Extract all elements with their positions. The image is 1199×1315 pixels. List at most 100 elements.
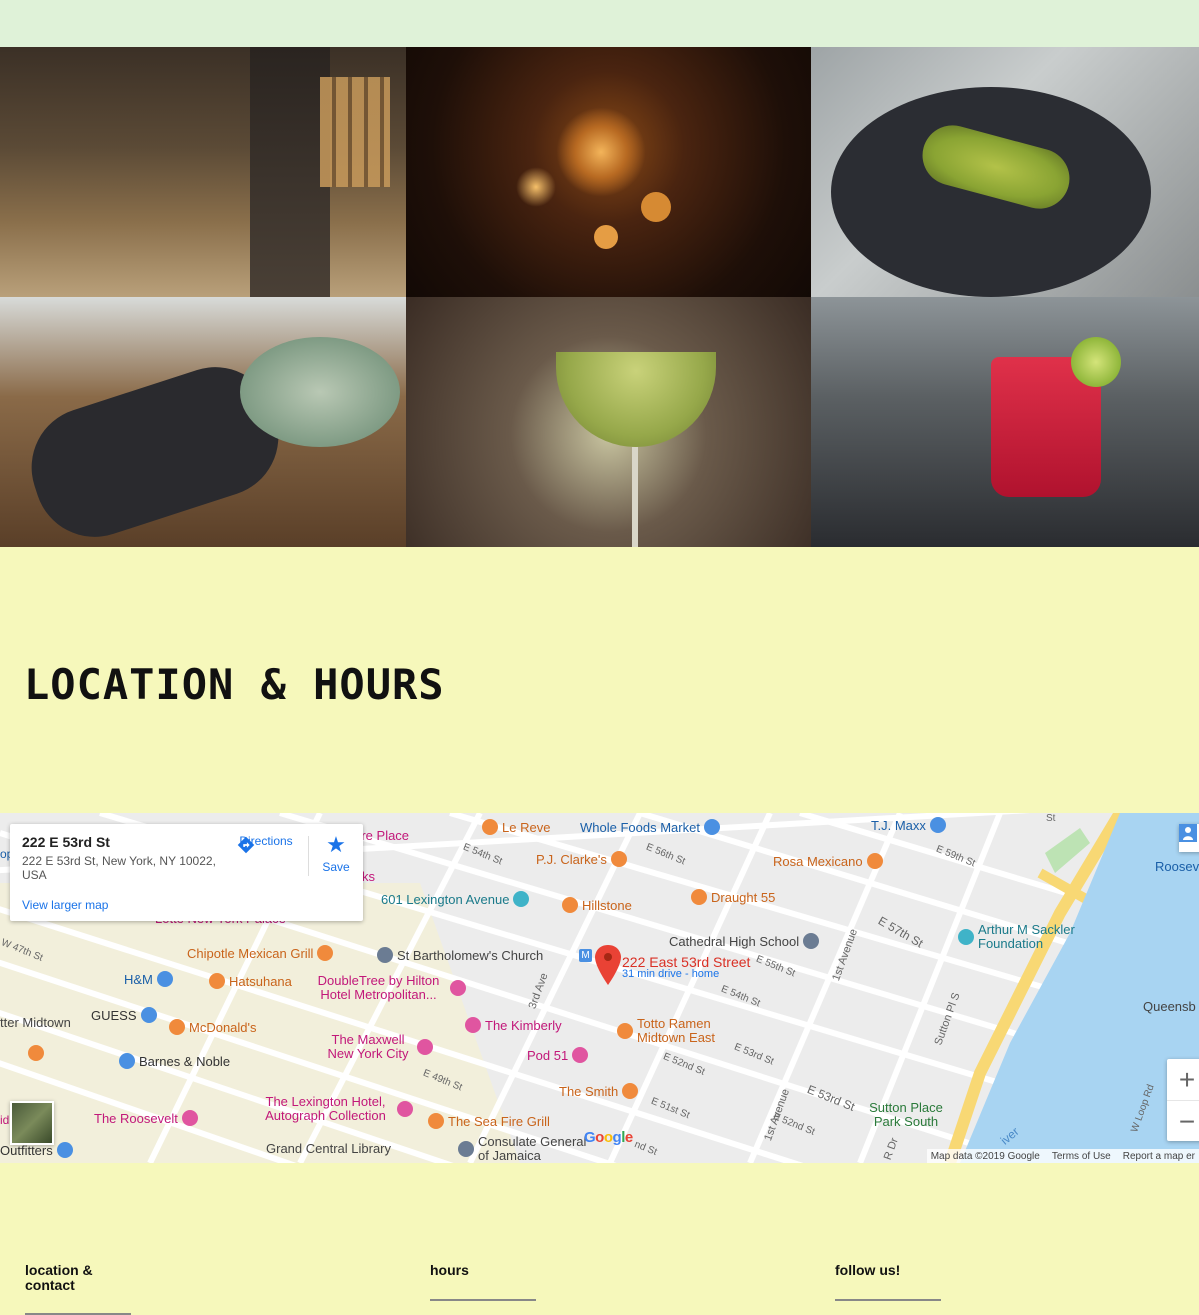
restaurant-icon bbox=[622, 1083, 639, 1099]
shopping-icon bbox=[929, 817, 946, 833]
save-button[interactable]: ★ Save bbox=[312, 832, 360, 875]
place-lexhotel[interactable]: The Lexington Hotel, Autograph Collectio… bbox=[258, 1095, 393, 1123]
embedded-map[interactable]: Berkshire Place Le Reve Whole Foods Mark… bbox=[0, 813, 1199, 1163]
photo-interior bbox=[0, 47, 406, 297]
map-data-text: Map data ©2019 Google bbox=[930, 1150, 1040, 1162]
pin-drive-time[interactable]: 31 min drive - home bbox=[622, 968, 719, 980]
star-icon: ★ bbox=[326, 832, 346, 857]
footer-follow-heading: follow us! bbox=[835, 1262, 901, 1278]
place-barnes[interactable]: Barnes & Noble bbox=[139, 1054, 230, 1069]
place-wholefoods[interactable]: Whole Foods Market bbox=[580, 820, 700, 835]
card-divider bbox=[308, 836, 309, 876]
place-midtown[interactable]: tter Midtown bbox=[0, 1015, 71, 1030]
google-logo: Google bbox=[584, 1129, 633, 1146]
report-link[interactable]: Report a map er bbox=[1123, 1151, 1195, 1162]
photo-cocktail bbox=[406, 297, 811, 547]
photo-gallery bbox=[0, 47, 1199, 547]
place-guess[interactable]: GUESS bbox=[91, 1008, 137, 1023]
terms-link[interactable]: Terms of Use bbox=[1052, 1151, 1111, 1162]
school-icon bbox=[803, 933, 820, 949]
place-info-card: 222 E 53rd St 222 E 53rd St, New York, N… bbox=[10, 824, 363, 921]
place-bartholomew[interactable]: St Bartholomew's Church bbox=[397, 948, 543, 963]
directions-button[interactable]: Directions bbox=[235, 834, 297, 854]
restaurant-icon bbox=[610, 851, 627, 867]
shopping-icon bbox=[156, 971, 173, 987]
place-maxwell[interactable]: The Maxwell New York City bbox=[323, 1033, 413, 1061]
satellite-toggle[interactable] bbox=[10, 1101, 54, 1145]
footer-location-heading: location & contact bbox=[25, 1262, 93, 1293]
place-cathedral[interactable]: Cathedral High School bbox=[669, 934, 799, 949]
save-label: Save bbox=[322, 860, 350, 874]
place-chipotle[interactable]: Chipotle Mexican Grill bbox=[187, 946, 313, 961]
place-consulate[interactable]: Consulate General of Jamaica bbox=[478, 1135, 598, 1163]
place-kimberly[interactable]: The Kimberly bbox=[485, 1018, 562, 1033]
consulate-icon bbox=[458, 1141, 474, 1157]
place-ks[interactable]: ks bbox=[362, 869, 375, 884]
street-label: St bbox=[1046, 813, 1056, 824]
place-sackler[interactable]: Arthur M Sackler Foundation bbox=[978, 923, 1088, 951]
place-lereve[interactable]: Le Reve bbox=[502, 820, 550, 835]
hotel-icon bbox=[397, 1101, 413, 1117]
place-rosa[interactable]: Rosa Mexicano bbox=[773, 854, 863, 869]
footer-divider bbox=[430, 1299, 536, 1301]
street-label: id bbox=[0, 1113, 10, 1127]
bar-icon bbox=[691, 889, 707, 905]
map-attribution: Map data ©2019 Google Terms of Use Repor… bbox=[926, 1149, 1199, 1163]
place-doubletree[interactable]: DoubleTree by Hilton Hotel Metropolitan.… bbox=[311, 974, 446, 1002]
zoom-in-button[interactable]: + bbox=[1167, 1059, 1199, 1101]
pegman-icon bbox=[1179, 824, 1197, 842]
photo-red-drink bbox=[811, 297, 1199, 547]
restaurant-icon bbox=[866, 853, 883, 869]
footer-follow: follow us! bbox=[835, 1262, 945, 1301]
hotel-icon bbox=[572, 1047, 589, 1063]
museum-icon bbox=[958, 929, 974, 945]
place-roosevelt[interactable]: The Roosevelt bbox=[94, 1111, 178, 1126]
restaurant-icon bbox=[617, 1023, 633, 1039]
place-tjmaxx[interactable]: T.J. Maxx bbox=[871, 818, 926, 833]
shopping-icon bbox=[119, 1053, 135, 1069]
subway-icon: M bbox=[579, 949, 592, 962]
photo-sushi-bowl bbox=[0, 297, 406, 547]
place-pod51[interactable]: Pod 51 bbox=[527, 1048, 568, 1063]
photo-lanterns bbox=[406, 47, 811, 297]
camera-icon bbox=[513, 891, 530, 907]
place-lex601[interactable]: 601 Lexington Avenue bbox=[381, 892, 509, 907]
footer-hours-heading: hours bbox=[430, 1262, 469, 1278]
restaurant-icon bbox=[169, 1019, 185, 1035]
place-draught[interactable]: Draught 55 bbox=[711, 890, 775, 905]
hotel-icon bbox=[450, 980, 466, 996]
restaurant-icon bbox=[428, 1113, 444, 1129]
place-pjclarkes[interactable]: P.J. Clarke's bbox=[536, 852, 607, 867]
place-queensb[interactable]: Queensb bbox=[1143, 999, 1196, 1014]
place-grandcentral[interactable]: Grand Central Library bbox=[266, 1141, 391, 1156]
restaurant-icon bbox=[562, 897, 578, 913]
footer-location: location & contact bbox=[25, 1262, 135, 1315]
restaurant-icon bbox=[317, 945, 334, 961]
place-mcdonalds[interactable]: McDonald's bbox=[189, 1020, 257, 1035]
place-address: 222 E 53rd St, New York, NY 10022, USA bbox=[22, 854, 216, 882]
place-roosev[interactable]: Roosev bbox=[1155, 859, 1199, 874]
hotel-icon bbox=[181, 1110, 198, 1126]
restaurant-icon bbox=[28, 1045, 44, 1061]
footer-divider bbox=[835, 1299, 941, 1301]
photo-sushi-plate bbox=[811, 47, 1199, 297]
zoom-out-button[interactable]: − bbox=[1167, 1101, 1199, 1142]
shopping-icon bbox=[56, 1142, 73, 1158]
place-hillstone[interactable]: Hillstone bbox=[582, 898, 632, 913]
restaurant-icon bbox=[482, 819, 498, 835]
street-view-button[interactable] bbox=[1179, 824, 1199, 852]
place-hm[interactable]: H&M bbox=[124, 972, 153, 987]
church-icon bbox=[377, 947, 393, 963]
zoom-controls: + − bbox=[1167, 1059, 1199, 1141]
hotel-icon bbox=[417, 1039, 433, 1055]
view-larger-map-link[interactable]: View larger map bbox=[22, 898, 108, 912]
place-sutton[interactable]: Sutton Place Park South bbox=[866, 1101, 946, 1129]
place-name: 222 E 53rd St bbox=[22, 834, 110, 850]
place-smith[interactable]: The Smith bbox=[559, 1084, 618, 1099]
place-hatsuhana[interactable]: Hatsuhana bbox=[229, 974, 292, 989]
top-banner bbox=[0, 0, 1199, 47]
place-seafire[interactable]: The Sea Fire Grill bbox=[448, 1114, 550, 1129]
shopping-icon bbox=[703, 819, 720, 835]
place-totto[interactable]: Totto Ramen Midtown East bbox=[637, 1017, 722, 1045]
footer-hours: hours bbox=[430, 1262, 540, 1301]
